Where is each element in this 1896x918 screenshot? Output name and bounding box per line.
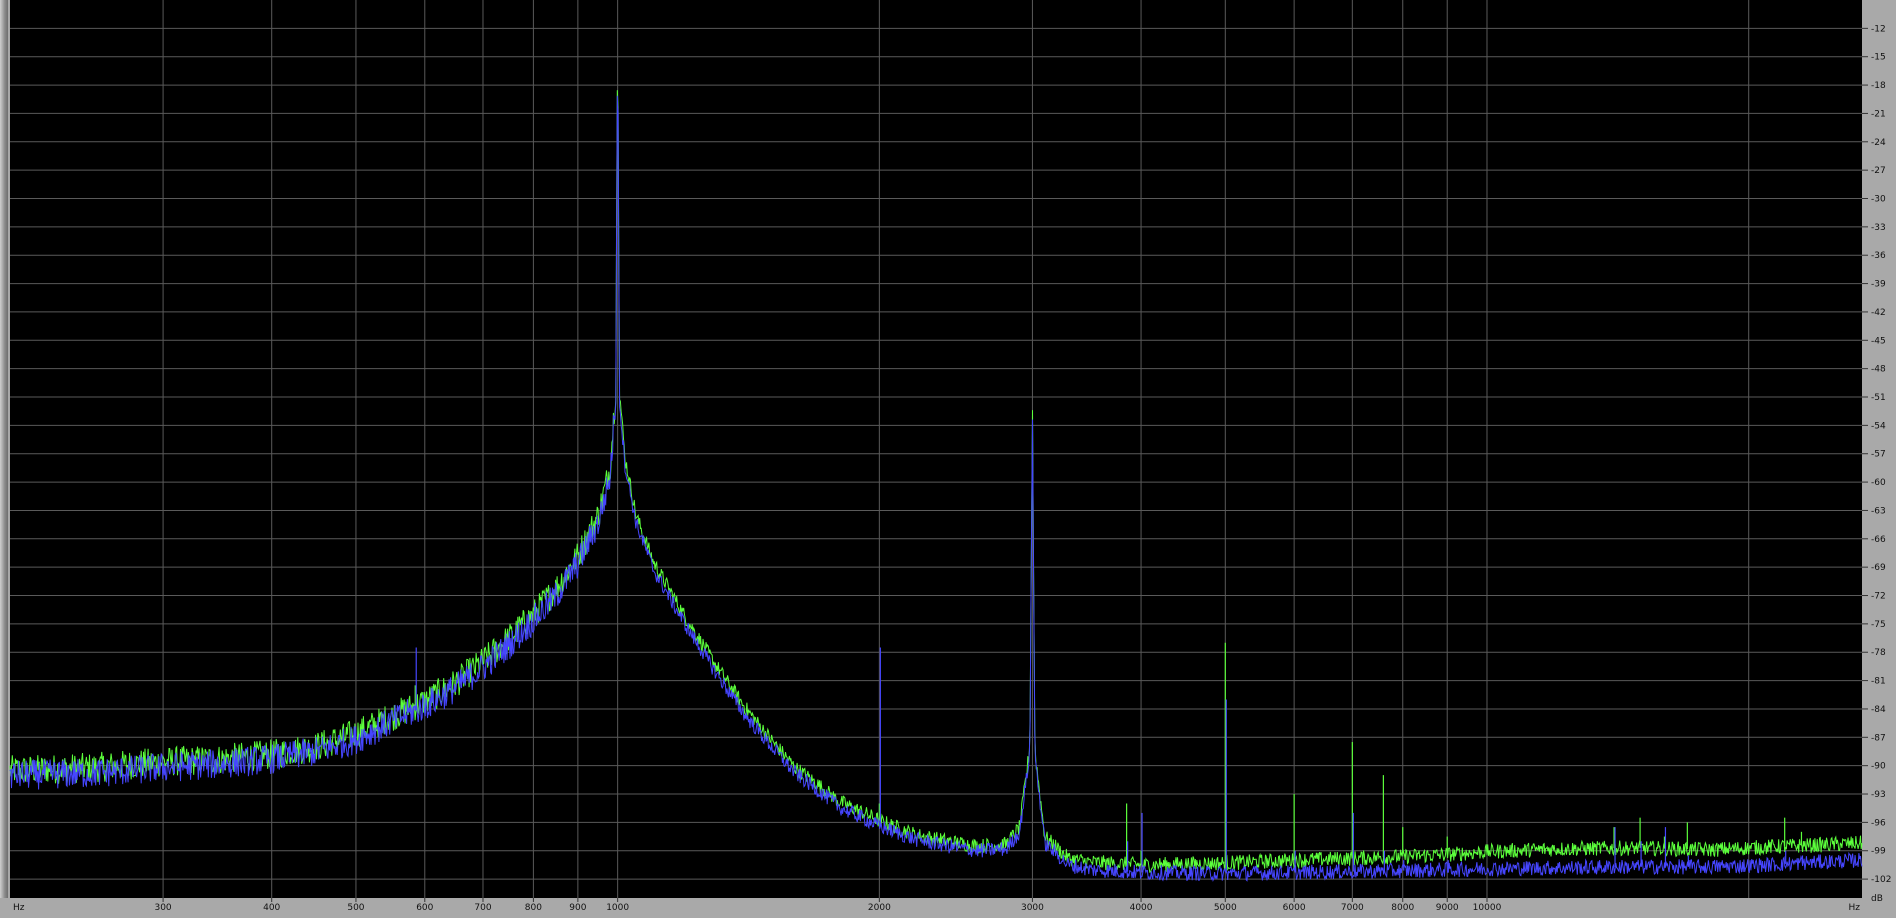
y-tick-label: -99: [1871, 847, 1886, 857]
x-unit-left-label: Hz: [13, 903, 25, 913]
x-tick-label: 6000: [1283, 903, 1306, 913]
y-tick-label: -42: [1871, 308, 1886, 318]
y-tick-label: -33: [1871, 223, 1886, 233]
x-tick-label: 800: [525, 903, 542, 913]
spectrum-analyzer-window: -12 -15 -18 -21 -24 -27 -30 -33 -36 -39 -42 -45 -48 -…: [0, 0, 1896, 918]
x-tick-label: 2000: [868, 903, 891, 913]
y-unit-label: dB: [1871, 894, 1883, 904]
y-tick-label: -51: [1871, 393, 1886, 403]
x-axis-strip: [0, 898, 1896, 918]
y-tick-label: -93: [1871, 790, 1886, 800]
x-tick-label: 400: [263, 903, 280, 913]
y-tick-label: -39: [1871, 280, 1886, 290]
y-tick-label: -63: [1871, 506, 1886, 516]
x-tick-label: 1000: [606, 903, 629, 913]
y-tick-label: -87: [1871, 733, 1886, 743]
y-tick-label: -24: [1871, 138, 1886, 148]
x-tick-label: 7000: [1341, 903, 1364, 913]
y-tick-label: -15: [1871, 53, 1886, 63]
y-tick-label: -84: [1871, 705, 1886, 715]
y-tick-label: -69: [1871, 563, 1886, 573]
x-tick-label: 9000: [1436, 903, 1459, 913]
x-tick-label: 700: [474, 903, 491, 913]
y-tick-label: -72: [1871, 592, 1886, 602]
y-tick-label: -48: [1871, 365, 1886, 375]
y-tick-label: -81: [1871, 677, 1886, 687]
y-tick-label: -78: [1871, 648, 1886, 658]
spectrum-chart: -12 -15 -18 -21 -24 -27 -30 -33 -36 -39 -42 -45 -48 -…: [0, 0, 1896, 918]
y-tick-label: -75: [1871, 620, 1886, 630]
y-tick-label: -18: [1871, 81, 1886, 91]
x-tick-label: 600: [416, 903, 433, 913]
y-tick-label: -90: [1871, 762, 1886, 772]
y-tick-label: -12: [1871, 24, 1886, 34]
x-tick-label: 3000: [1021, 903, 1044, 913]
y-tick-label: -54: [1871, 421, 1886, 431]
x-tick-label: 4000: [1130, 903, 1153, 913]
x-tick-label: 8000: [1391, 903, 1414, 913]
x-tick-label: 10000: [1473, 903, 1502, 913]
y-tick-label: -60: [1871, 478, 1886, 488]
y-tick-label: -27: [1871, 166, 1886, 176]
x-tick-label: 5000: [1214, 903, 1237, 913]
x-unit-right-label: Hz: [1849, 903, 1861, 913]
y-tick-label: -30: [1871, 195, 1886, 205]
y-tick-label: -57: [1871, 450, 1886, 460]
x-tick-label: 900: [569, 903, 586, 913]
plot-area: [10, 0, 1862, 898]
y-tick-label: -96: [1871, 818, 1886, 828]
y-tick-label: -45: [1871, 336, 1886, 346]
y-tick-label: -21: [1871, 109, 1886, 119]
y-tick-label: -102: [1871, 875, 1891, 885]
y-tick-label: -36: [1871, 251, 1886, 261]
y-tick-label: -66: [1871, 535, 1886, 545]
x-tick-label: 500: [347, 903, 364, 913]
x-tick-label: 300: [154, 903, 171, 913]
